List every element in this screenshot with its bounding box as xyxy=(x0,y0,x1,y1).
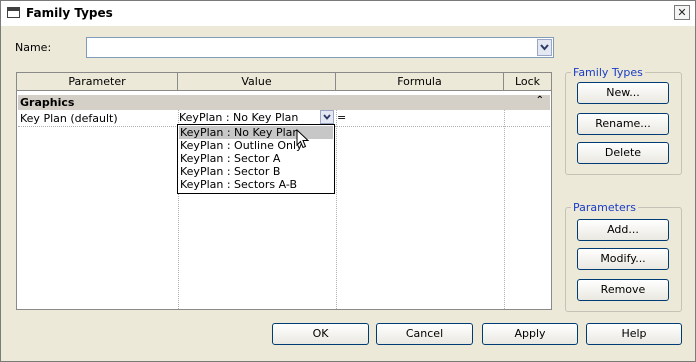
cancel-button[interactable]: Cancel xyxy=(376,323,473,345)
window-icon xyxy=(7,7,20,18)
family-types-legend: Family Types xyxy=(571,66,645,79)
chevron-down-icon[interactable] xyxy=(537,39,552,56)
help-button[interactable]: Help xyxy=(586,323,682,345)
value-combo[interactable]: KeyPlan : No Key Plan xyxy=(178,110,336,125)
close-button[interactable]: ✕ xyxy=(674,5,690,20)
group-row-graphics[interactable]: Graphics ⌃ xyxy=(18,95,550,110)
column-divider xyxy=(336,110,337,309)
apply-button[interactable]: Apply xyxy=(482,323,578,345)
value-dropdown-list: KeyPlan : No Key Plan KeyPlan : Outline … xyxy=(177,124,335,194)
formula-cell[interactable]: = xyxy=(337,111,346,124)
dropdown-option[interactable]: KeyPlan : Sector A xyxy=(179,152,333,165)
window-title: Family Types xyxy=(26,6,113,20)
column-divider xyxy=(504,110,505,309)
add-parameter-button[interactable]: Add... xyxy=(577,219,669,241)
name-combo[interactable] xyxy=(86,37,554,58)
group-label: Graphics xyxy=(20,96,75,109)
column-header-formula[interactable]: Formula xyxy=(336,73,504,91)
family-types-dialog: Family Types ✕ Name: Parameter Value For… xyxy=(0,0,696,362)
mouse-cursor-icon xyxy=(296,129,310,149)
column-header-lock[interactable]: Lock xyxy=(504,73,551,91)
title-bar[interactable]: Family Types ✕ xyxy=(1,1,695,26)
delete-type-button[interactable]: Delete xyxy=(577,142,669,164)
column-header-parameter[interactable]: Parameter xyxy=(17,73,178,91)
collapse-icon[interactable]: ⌃ xyxy=(536,95,544,106)
parameter-name: Key Plan (default) xyxy=(20,112,118,125)
value-text: KeyPlan : No Key Plan xyxy=(179,111,299,124)
dropdown-option[interactable]: KeyPlan : Sector B xyxy=(179,165,333,178)
parameters-legend: Parameters xyxy=(571,201,638,214)
rename-type-button[interactable]: Rename... xyxy=(577,113,669,135)
new-type-button[interactable]: New... xyxy=(577,82,669,104)
ok-button[interactable]: OK xyxy=(272,323,369,345)
remove-parameter-button[interactable]: Remove xyxy=(577,279,669,301)
chevron-down-icon[interactable] xyxy=(320,110,334,124)
modify-parameter-button[interactable]: Modify... xyxy=(577,248,669,270)
dropdown-option[interactable]: KeyPlan : Sectors A-B xyxy=(179,178,333,191)
column-header-value[interactable]: Value xyxy=(178,73,336,91)
name-label: Name: xyxy=(15,41,52,54)
